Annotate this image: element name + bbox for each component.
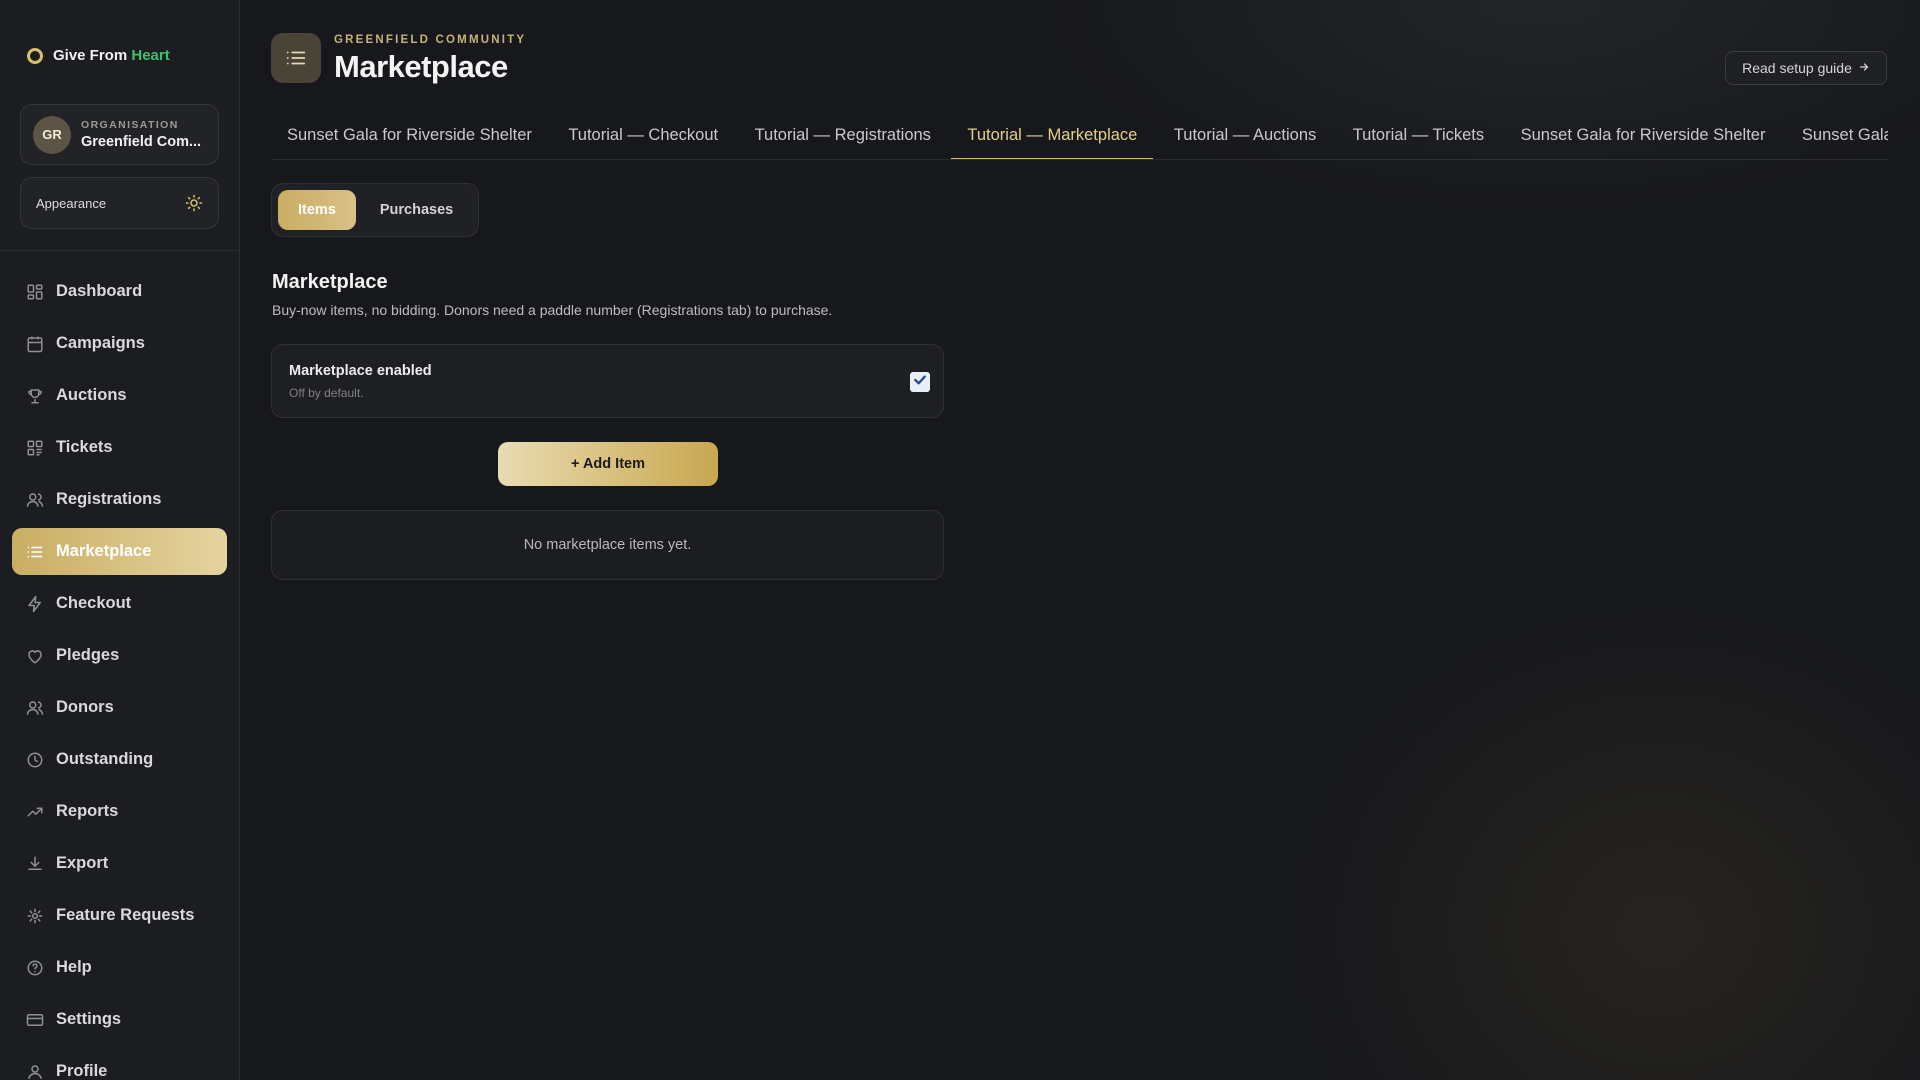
sidebar-item-checkout[interactable]: Checkout	[12, 580, 227, 627]
brand-name: Give From Heart	[53, 47, 170, 64]
tab-sunset-gala-2[interactable]: Sunset Gala for Riverside Shelter	[1505, 116, 1782, 159]
sidebar-item-label: Auctions	[56, 386, 127, 404]
page-eyebrow: GREENFIELD COMMUNITY	[334, 34, 527, 46]
app-root: Give From Heart GR ORGANISATION Greenfie…	[0, 0, 1920, 1080]
ticket-grid-icon	[26, 439, 44, 457]
sidebar-item-label: Dashboard	[56, 282, 143, 300]
sidebar-item-label: Help	[56, 958, 92, 976]
section-title: Marketplace	[272, 271, 388, 293]
sidebar-item-label: Reports	[56, 802, 119, 820]
users-icon	[26, 491, 44, 509]
empty-state: No marketplace items yet.	[271, 510, 944, 580]
organisation-switcher[interactable]: GR ORGANISATION Greenfield Com...	[20, 104, 219, 165]
tab-tutorial-auctions[interactable]: Tutorial — Auctions	[1158, 116, 1332, 159]
bolt-icon	[26, 595, 44, 613]
heart-icon	[26, 647, 44, 665]
sidebar-item-help[interactable]: Help	[12, 944, 227, 991]
sidebar-item-auctions[interactable]: Auctions	[12, 372, 227, 419]
sidebar-item-label: Marketplace	[56, 542, 152, 560]
setting-label: Marketplace enabled	[289, 363, 432, 379]
setting-hint: Off by default.	[289, 386, 364, 400]
sidebar-item-tickets[interactable]: Tickets	[12, 424, 227, 471]
page-title: Marketplace	[334, 49, 508, 84]
sidebar-item-label: Tickets	[56, 438, 113, 456]
sidebar-item-donors[interactable]: Donors	[12, 684, 227, 731]
sidebar-item-export[interactable]: Export	[12, 840, 227, 887]
sidebar-nav: Dashboard Campaigns Auctions Tickets Reg…	[12, 268, 227, 1080]
sidebar-item-label: Registrations	[56, 490, 162, 508]
calendar-icon	[26, 335, 44, 353]
trophy-icon	[26, 387, 44, 405]
sidebar-item-label: Export	[56, 854, 109, 872]
list-icon	[26, 543, 44, 561]
arrow-right-icon	[1858, 60, 1870, 76]
sidebar-item-profile[interactable]: Profile	[12, 1048, 227, 1080]
tab-sunset-gala[interactable]: Sunset Gala for Riverside Shelter	[271, 116, 548, 159]
sidebar-item-label: Outstanding	[56, 750, 154, 768]
sidebar-item-registrations[interactable]: Registrations	[12, 476, 227, 523]
segment-purchases[interactable]: Purchases	[360, 190, 473, 230]
download-icon	[26, 855, 44, 873]
tab-tutorial-registrations[interactable]: Tutorial — Registrations	[739, 116, 947, 159]
sidebar-item-dashboard[interactable]: Dashboard	[12, 268, 227, 315]
marketplace-enabled-card: Marketplace enabled Off by default.	[271, 344, 944, 418]
items-purchases-toggle: Items Purchases	[271, 183, 479, 237]
sidebar-divider	[0, 250, 239, 251]
tab-tutorial-marketplace[interactable]: Tutorial — Marketplace	[951, 116, 1154, 159]
card-icon	[26, 1011, 44, 1029]
sidebar-item-settings[interactable]: Settings	[12, 996, 227, 1043]
brand-logo[interactable]: Give From Heart	[27, 47, 170, 64]
appearance-toggle[interactable]: Appearance	[20, 177, 219, 229]
sidebar-item-campaigns[interactable]: Campaigns	[12, 320, 227, 367]
tab-sunset-gala-3[interactable]: Sunset Gala for Riverside Shelter	[1786, 116, 1888, 159]
sun-icon[interactable]	[185, 194, 203, 212]
sidebar-item-label: Campaigns	[56, 334, 145, 352]
users-icon	[26, 699, 44, 717]
sidebar-item-label: Feature Requests	[56, 906, 195, 924]
sidebar-item-feature-requests[interactable]: Feature Requests	[12, 892, 227, 939]
tab-tutorial-checkout[interactable]: Tutorial — Checkout	[552, 116, 734, 159]
sidebar: Give From Heart GR ORGANISATION Greenfie…	[0, 0, 240, 1080]
add-item-button[interactable]: + Add Item	[498, 442, 718, 486]
appearance-label: Appearance	[36, 195, 107, 211]
sidebar-item-reports[interactable]: Reports	[12, 788, 227, 835]
org-avatar: GR	[33, 115, 71, 154]
sidebar-item-label: Profile	[56, 1062, 108, 1080]
sidebar-item-outstanding[interactable]: Outstanding	[12, 736, 227, 783]
clock-icon	[26, 751, 44, 769]
list-icon	[271, 33, 321, 83]
tab-tutorial-tickets[interactable]: Tutorial — Tickets	[1337, 116, 1500, 159]
org-text: ORGANISATION Greenfield Com...	[81, 119, 201, 150]
org-label: ORGANISATION	[81, 119, 179, 131]
check-icon	[912, 372, 928, 393]
read-setup-guide-button[interactable]: Read setup guide	[1725, 51, 1887, 85]
dashboard-icon	[26, 283, 44, 301]
org-name: Greenfield Com...	[81, 134, 202, 150]
user-icon	[26, 1063, 44, 1080]
sidebar-item-marketplace[interactable]: Marketplace	[12, 528, 227, 575]
sparkle-icon	[26, 907, 44, 925]
brand-ring-icon	[27, 47, 43, 64]
trend-icon	[26, 803, 44, 821]
guide-button-label: Read setup guide	[1742, 60, 1852, 76]
sidebar-item-label: Settings	[56, 1010, 122, 1028]
segment-items[interactable]: Items	[278, 190, 356, 230]
sidebar-item-pledges[interactable]: Pledges	[12, 632, 227, 679]
help-icon	[26, 959, 44, 977]
marketplace-enabled-checkbox[interactable]	[910, 372, 930, 392]
sidebar-item-label: Checkout	[56, 594, 132, 612]
main-content: GREENFIELD COMMUNITY Marketplace Read se…	[240, 0, 1920, 1080]
sidebar-item-label: Donors	[56, 698, 114, 716]
event-tabs: Sunset Gala for Riverside Shelter Tutori…	[271, 116, 1888, 160]
section-description: Buy-now items, no bidding. Donors need a…	[272, 302, 833, 318]
sidebar-item-label: Pledges	[56, 646, 120, 664]
